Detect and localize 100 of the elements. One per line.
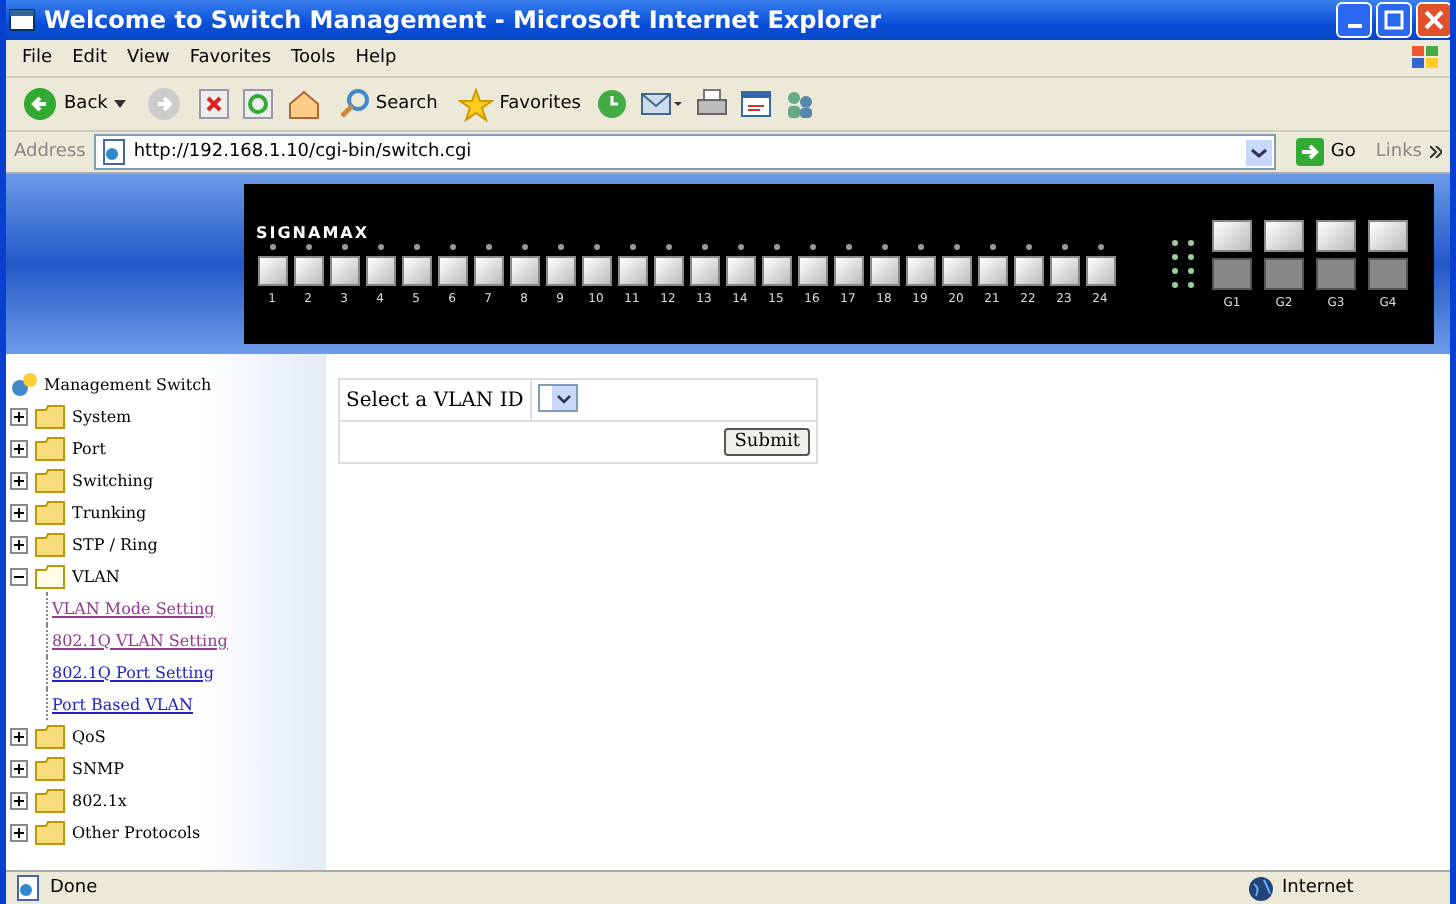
maximize-icon [1384,10,1404,30]
ethernet-port[interactable] [1049,255,1079,285]
ethernet-port[interactable] [653,255,683,285]
tree-link[interactable]: 802.1Q VLAN Setting [52,631,228,649]
tree-item[interactable]: Trunking [72,503,147,521]
favorites-button[interactable]: Favorites [453,87,585,121]
ethernet-port[interactable] [473,255,503,285]
ethernet-port[interactable] [977,255,1007,285]
menu-item[interactable]: Tools [291,48,336,68]
tree-link[interactable]: 802.1Q Port Setting [52,663,214,681]
vlan-id-select[interactable] [537,384,578,412]
maximize-button[interactable] [1376,2,1412,38]
menu-item[interactable]: Help [355,48,397,68]
ethernet-port[interactable] [1085,255,1115,285]
windows-logo-icon [1410,44,1442,72]
search-button[interactable]: Search [333,88,442,120]
tree-item[interactable]: Port [72,439,106,457]
menu-item[interactable]: Favorites [189,48,272,68]
port-led-icon [665,243,671,249]
ethernet-port[interactable] [689,255,719,285]
security-zone: Internet [1282,878,1356,898]
ethernet-port[interactable] [905,255,935,285]
menu-item[interactable]: Edit [72,48,107,68]
ethernet-port[interactable] [545,255,575,285]
folder-icon [34,531,66,557]
ethernet-port[interactable] [257,255,287,285]
fiber-port[interactable] [1316,219,1356,251]
port-led-icon [1097,243,1103,249]
globe-icon [1248,875,1274,901]
close-button[interactable] [1416,2,1450,38]
people-icon[interactable] [784,88,817,120]
ethernet-port[interactable] [401,255,431,285]
rj45-port[interactable] [1316,257,1356,289]
ethernet-port[interactable] [437,255,467,285]
ethernet-port[interactable] [617,255,647,285]
port-led-icon [269,243,275,249]
submit-button[interactable]: Submit [724,428,810,456]
ethernet-port[interactable] [833,255,863,285]
tree-item[interactable]: STP / Ring [72,535,158,553]
tree-item[interactable]: SNMP [72,759,125,777]
tree-item[interactable]: System [72,407,132,425]
chevron-icon[interactable] [1430,146,1442,158]
ethernet-port[interactable] [725,255,755,285]
fiber-port[interactable] [1368,219,1408,251]
tree-link[interactable]: Port Based VLAN [52,695,193,713]
ethernet-port[interactable] [869,255,899,285]
page-icon [14,874,42,902]
printer-icon[interactable] [696,88,729,120]
tree-item[interactable]: Other Protocols [72,823,201,841]
refresh-icon[interactable] [241,88,274,120]
rj45-port[interactable] [1368,257,1408,289]
expander-icon[interactable] [10,535,28,553]
expander-icon[interactable] [10,439,28,457]
ethernet-port[interactable] [329,255,359,285]
go-button[interactable]: Go [1284,136,1368,168]
expander-icon[interactable] [10,791,28,809]
expander-icon[interactable] [10,567,28,585]
ethernet-port[interactable] [797,255,827,285]
home-icon[interactable] [285,88,322,120]
network-icon [10,370,38,398]
mail-icon[interactable] [640,88,685,120]
port-led-icon [953,243,959,249]
expander-icon[interactable] [10,823,28,841]
go-arrow-icon [1296,138,1325,166]
expander-icon[interactable] [10,407,28,425]
menu-item[interactable]: File [22,48,53,68]
history-icon[interactable] [596,88,629,120]
tree-item[interactable]: VLAN [72,567,120,585]
tree-item[interactable]: Switching [72,471,154,489]
address-field[interactable]: http://192.168.1.10/cgi-bin/switch.cgi [93,134,1277,170]
star-icon [457,87,494,121]
close-icon [1424,10,1444,30]
fiber-port[interactable] [1212,219,1252,251]
tree-item[interactable]: 802.1x [72,791,127,809]
ethernet-port[interactable] [761,255,791,285]
ethernet-port[interactable] [365,255,395,285]
expander-icon[interactable] [10,727,28,745]
expander-icon[interactable] [10,503,28,521]
back-button[interactable]: Back [18,86,130,122]
ethernet-port[interactable] [1013,255,1043,285]
stop-icon[interactable] [197,88,230,120]
ethernet-port[interactable] [581,255,611,285]
expander-icon[interactable] [10,759,28,777]
tree-link[interactable]: VLAN Mode Setting [52,599,215,617]
menu-item[interactable]: View [127,48,170,68]
minimize-button[interactable] [1336,2,1372,38]
folder-icon [34,467,66,493]
ethernet-port[interactable] [509,255,539,285]
ethernet-port[interactable] [941,255,971,285]
rj45-port[interactable] [1212,257,1252,289]
ethernet-port[interactable] [293,255,323,285]
fiber-port[interactable] [1264,219,1304,251]
rj45-port[interactable] [1264,257,1304,289]
tree-item[interactable]: QoS [72,727,106,745]
port-led-icon [413,243,419,249]
edit-icon[interactable] [740,88,773,120]
folder-icon [34,787,66,813]
folder-icon [34,563,66,589]
tree-root[interactable]: Management Switch [44,375,212,393]
expander-icon[interactable] [10,471,28,489]
